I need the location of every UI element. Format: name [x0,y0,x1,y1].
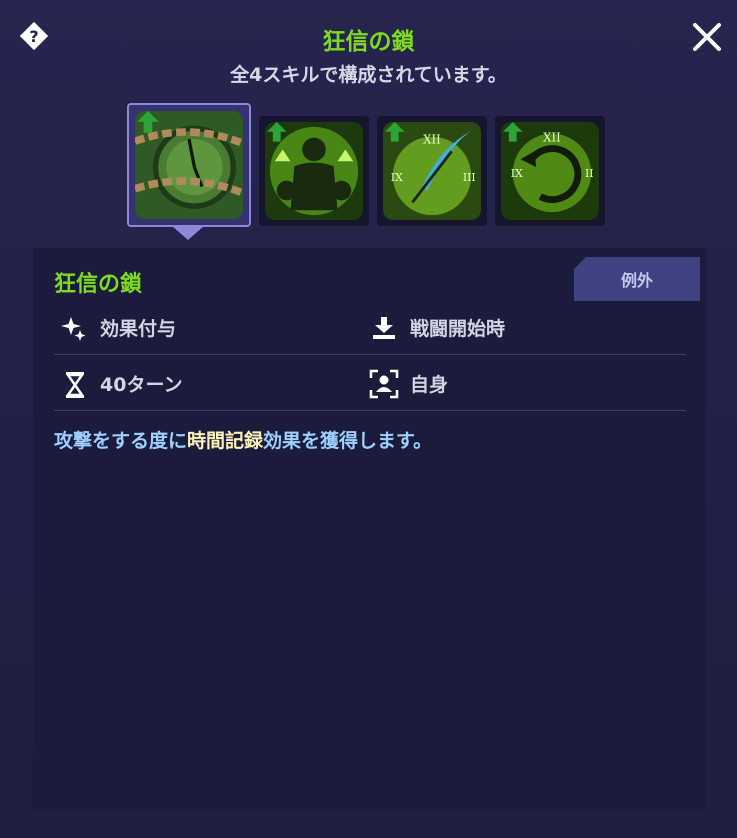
description-keyword[interactable]: 時間記録 [187,430,263,452]
svg-text:IX: IX [511,167,523,180]
description-suffix: 効果を獲得します。 [263,430,433,452]
description-prefix: 攻撃をする度に [54,430,188,452]
skill-name: 狂信の鎖 [54,272,143,297]
skill-tile-flexing-figure[interactable] [259,116,369,226]
self-target-icon [369,369,399,403]
svg-text:XII: XII [543,131,561,145]
duration-label: 40ターン [100,374,183,396]
svg-text:III: III [463,171,476,184]
divider [54,410,686,411]
svg-text:XII: XII [423,133,441,147]
skill-tile-clock-feather[interactable]: XII IX III [377,116,487,226]
timing-label: 戦闘開始時 [410,318,506,340]
chain-clock-icon [135,111,243,219]
category-tag: 例外 [574,257,700,301]
effect-type-label: 効果付与 [100,318,177,340]
skill-tile-chain-clock[interactable] [127,103,251,227]
sparkle-icon [60,315,88,347]
selection-pointer [172,226,204,240]
skill-tile-rewind-clock[interactable]: XII IX II [495,116,605,226]
set-title: 狂信の鎖 [322,29,415,55]
divider [54,354,686,355]
skill-description: 攻撃をする度に時間記録効果を獲得します。 [54,426,432,453]
set-subtitle: 全4スキルで構成されています。 [230,64,507,86]
download-icon [371,315,397,345]
rewind-clock-icon: XII IX II [501,122,599,220]
hourglass-icon [64,371,86,403]
svg-text:II: II [585,167,594,180]
target-label: 自身 [410,374,449,396]
svg-text:IX: IX [391,171,403,184]
flexing-figure-icon [265,122,363,220]
clock-feather-icon: XII IX III [383,122,481,220]
